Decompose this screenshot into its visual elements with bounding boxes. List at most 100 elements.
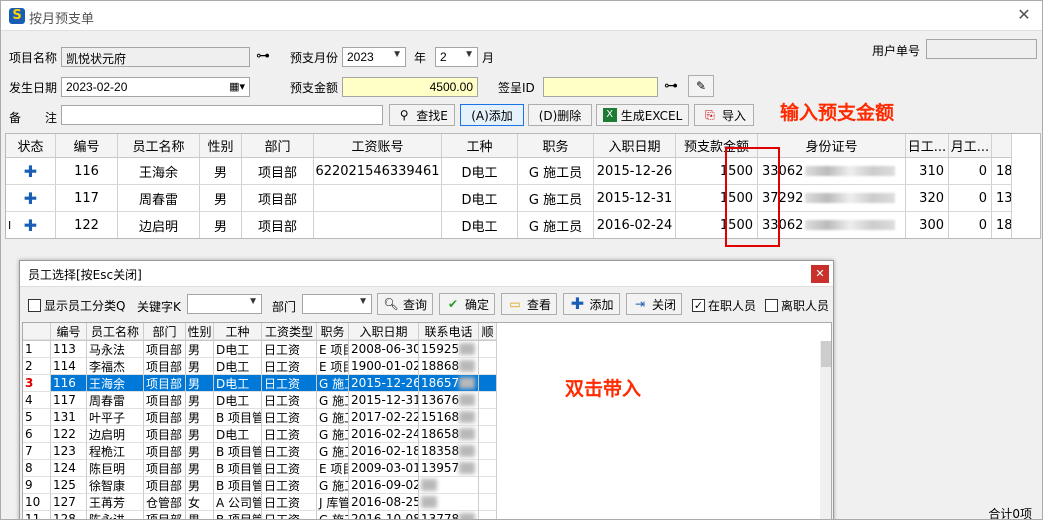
grid-cell-name[interactable]: 王海余 [118,158,200,184]
employee-cell-dept[interactable]: 项目部 [144,426,186,443]
employee-cell-no[interactable]: 125 [51,477,87,494]
employee-cell-job[interactable]: E 项目 [317,358,349,375]
advance-grid[interactable]: 状态 编号 员工名称 性别 部门 工资账号 工种 职务 入职日期 预支款金额 身份证号 日工... 月工… [5,133,1041,239]
employee-cell-dept[interactable]: 项目部 [144,375,186,392]
employee-cell-no[interactable]: 131 [51,409,87,426]
employee-cell-sex[interactable]: 男 [186,392,214,409]
seq-cell[interactable] [479,460,497,477]
employee-cell-type[interactable]: A 公司管 [214,494,262,511]
employee-cell-name[interactable]: 程桅江 [87,443,144,460]
employee-cell-type[interactable]: B 项目管 [214,511,262,519]
grid-cell-name[interactable]: 边启明 [118,212,200,238]
employee-cell-wage[interactable]: 日工资 [262,426,317,443]
find-button[interactable]: ⚲ 查找E [389,104,455,126]
employee-cell-sex[interactable]: 男 [186,511,214,519]
employee-cell-sex[interactable]: 男 [186,409,214,426]
employee-cell-job[interactable]: G 施工 [317,409,349,426]
employee-cell-name[interactable]: 陈永进 [87,511,144,519]
seq-cell[interactable] [479,443,497,460]
employee-cell-dept[interactable]: 项目部 [144,409,186,426]
employee-cell-date[interactable]: 2015-12-31 [349,392,419,409]
dept-select[interactable]: ▼ [302,294,372,314]
employee-cell-dept[interactable]: 项目部 [144,358,186,375]
vertical-scrollbar[interactable] [820,341,831,519]
grid-cell-account[interactable] [314,185,442,211]
employee-cell-wage[interactable]: 日工资 [262,375,317,392]
employee-row[interactable]: 1113马永法项目部男D电工日工资E 项目2008-06-3015925 [23,341,497,358]
employee-cell-no[interactable]: 116 [51,375,87,392]
employee-cell-job[interactable]: E 项目 [317,460,349,477]
grid-cell-extra[interactable]: 13 [992,185,1012,211]
employee-cell-no[interactable]: 123 [51,443,87,460]
grid-cell-job[interactable]: G 施工员 [518,212,594,238]
seq-cell[interactable] [479,392,497,409]
grid-cell-account[interactable] [314,212,442,238]
employee-cell-tel[interactable]: 13778 [419,511,479,519]
employee-cell-type[interactable]: B 项目管 [214,409,262,426]
grid-cell-no[interactable]: 122 [56,212,118,238]
employee-cell-wage[interactable]: 日工资 [262,409,317,426]
employee-cell-tel[interactable]: 15168 [419,409,479,426]
active-checkbox[interactable]: ✓ 在职人员 [692,297,756,314]
employee-col-header[interactable]: 编号 [51,323,87,340]
grid-cell-name[interactable]: 周春雷 [118,185,200,211]
grid-row[interactable]: ✚ 116 王海余男项目部 622021546339461 D电工 G 施工员 2015-1… [6,158,1012,185]
add-button[interactable]: (A)添加 [460,104,524,126]
month-select[interactable]: 2 ▼ [435,47,478,67]
row-number[interactable]: 11 [23,511,51,519]
seq-cell[interactable] [479,341,497,358]
employee-cell-name[interactable]: 叶平子 [87,409,144,426]
employee-cell-dept[interactable]: 项目部 [144,443,186,460]
employee-cell-sex[interactable]: 男 [186,358,214,375]
employee-cell-date[interactable]: 2016-02-24 [349,426,419,443]
employee-cell-type[interactable]: B 项目管 [214,460,262,477]
employee-row[interactable]: 5131叶平子项目部男B 项目管日工资G 施工2017-02-2215168 [23,409,497,426]
employee-cell-date[interactable]: 2016-09-02 [349,477,419,494]
seq-cell[interactable] [479,494,497,511]
employee-col-header[interactable]: 性别 [186,323,214,340]
employee-cell-no[interactable]: 117 [51,392,87,409]
employee-cell-no[interactable]: 113 [51,341,87,358]
row-number[interactable]: 9 [23,477,51,494]
employee-cell-job[interactable]: G 施工 [317,511,349,519]
employee-cell-date[interactable]: 2009-03-01 [349,460,419,477]
employee-cell-sex[interactable]: 男 [186,443,214,460]
employee-cell-date[interactable]: 2008-06-30 [349,341,419,358]
popup-close-button[interactable]: ⇥ 关闭 [626,293,682,315]
employee-cell-dept[interactable]: 项目部 [144,477,186,494]
employee-cell-wage[interactable]: 日工资 [262,443,317,460]
employee-cell-job[interactable]: J 库管 [317,494,349,511]
project-field[interactable]: 凯悦状元府 [61,47,250,67]
excel-button[interactable]: X 生成EXCEL [596,104,689,126]
remark-field[interactable] [61,105,383,125]
grid-cell-id[interactable]: 33062 [758,158,906,184]
seq-cell[interactable] [479,511,497,519]
employee-cell-type[interactable]: B 项目管 [214,477,262,494]
seq-cell[interactable] [479,409,497,426]
date-field[interactable]: 2023-02-20 ▦▾ [61,77,250,97]
employee-col-header[interactable]: 工资类型 [262,323,317,340]
row-number[interactable]: 10 [23,494,51,511]
employee-cell-wage[interactable]: 日工资 [262,511,317,519]
calendar-icon[interactable]: ▦▾ [229,80,245,93]
row-number[interactable]: 3 [23,375,51,392]
employee-cell-name[interactable]: 周春雷 [87,392,144,409]
employee-cell-name[interactable]: 陈巨明 [87,460,144,477]
employee-col-header[interactable] [23,323,51,340]
grid-cell-job[interactable]: G 施工员 [518,185,594,211]
employee-cell-tel[interactable]: 18657 [419,375,479,392]
grid-cell-day[interactable]: 310 [906,158,949,184]
grid-cell-sex[interactable]: 男 [200,212,242,238]
employee-col-header[interactable]: 联系电话 [419,323,479,340]
show-class-checkbox[interactable]: 显示员工分类Q [28,297,125,314]
employee-cell-name[interactable]: 徐智康 [87,477,144,494]
employee-col-header[interactable]: 顺 [479,323,497,340]
employee-cell-name[interactable]: 马永法 [87,341,144,358]
employee-cell-job[interactable]: G 施工 [317,375,349,392]
employee-cell-date[interactable]: 1900-01-02 [349,358,419,375]
grid-cell-no[interactable]: 116 [56,158,118,184]
grid-cell-dept[interactable]: 项目部 [242,185,314,211]
employee-cell-sex[interactable]: 男 [186,375,214,392]
employee-row[interactable]: 9125徐智康项目部男B 项目管日工资G 施工2016-09-02 [23,477,497,494]
employee-cell-date[interactable]: 2016-02-18 [349,443,419,460]
